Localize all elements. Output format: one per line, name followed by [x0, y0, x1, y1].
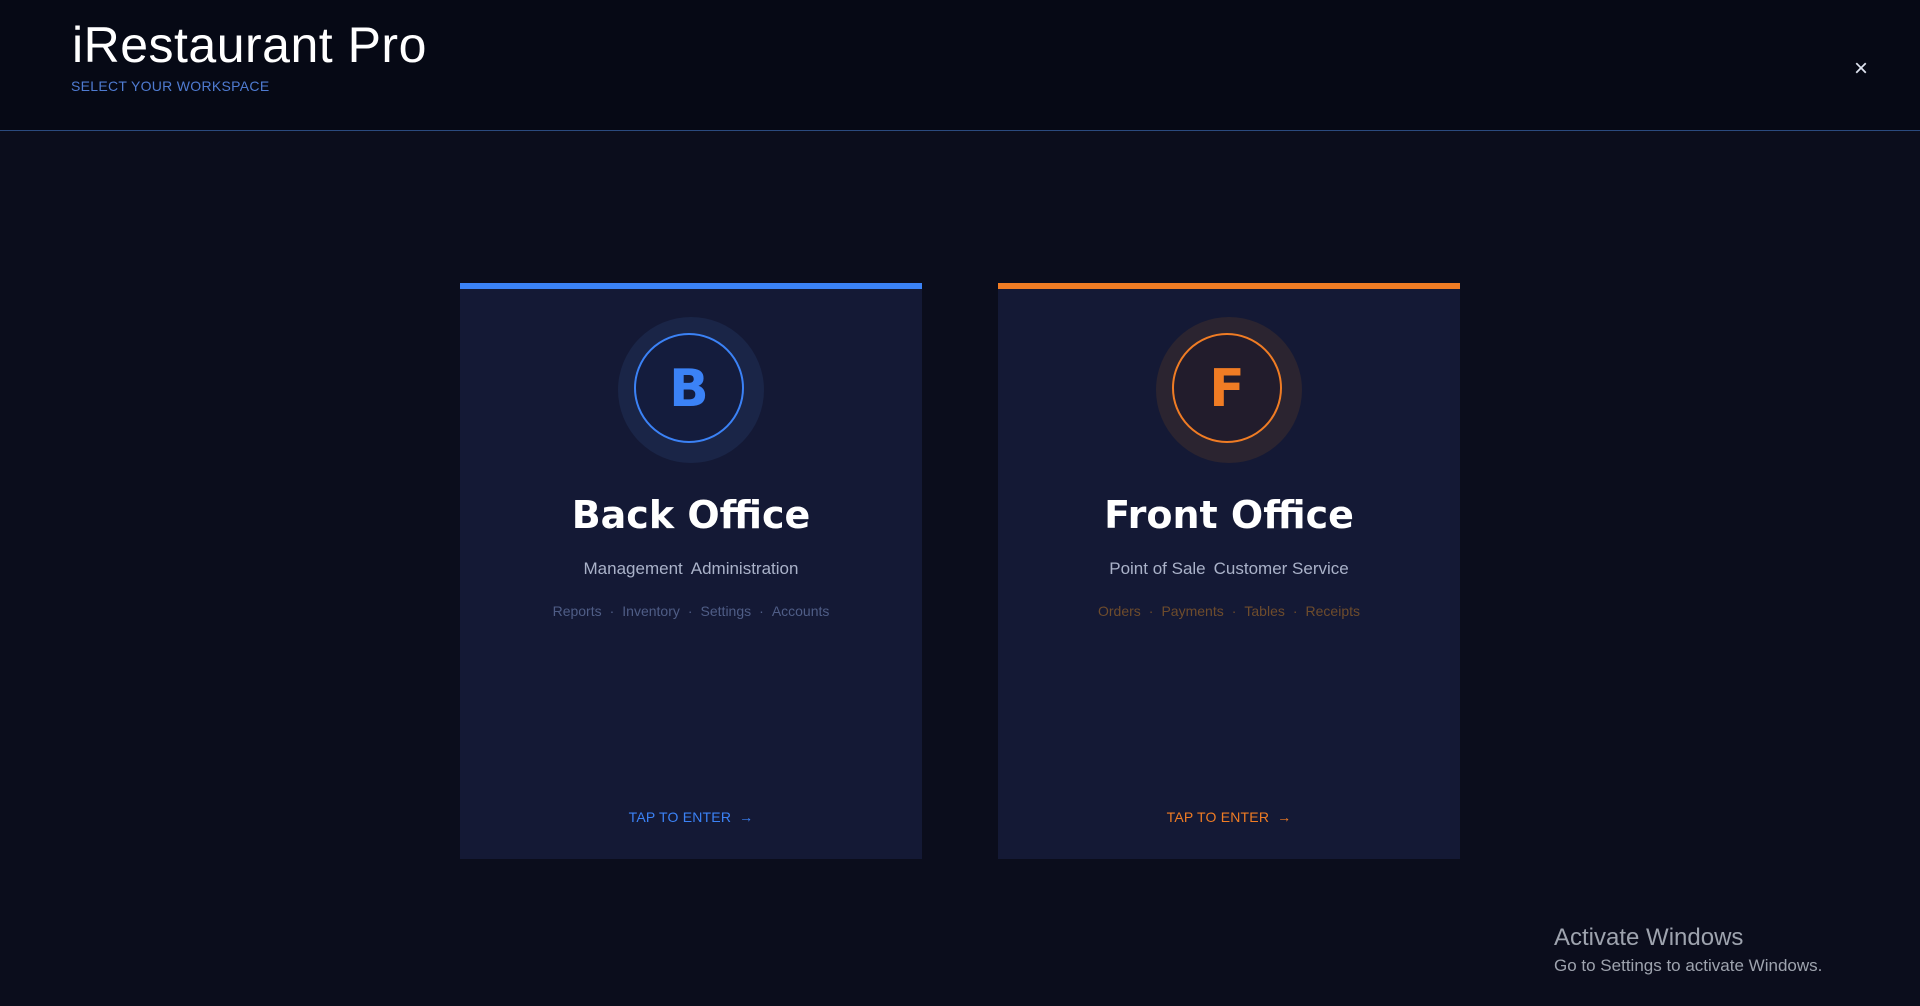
back-office-features: Reports · Inventory · Settings · Accounts	[460, 603, 922, 619]
feature-item: Tables	[1244, 603, 1285, 619]
back-office-logo: B	[618, 317, 764, 463]
enter-label: TAP TO ENTER	[1166, 809, 1270, 825]
app-title: iRestaurant Pro	[72, 17, 427, 73]
enter-label: TAP TO ENTER	[628, 809, 732, 825]
close-icon: ×	[1853, 55, 1868, 82]
feature-item: Accounts	[771, 603, 830, 619]
back-office-card[interactable]: B Back Office Management Administration R…	[460, 283, 922, 859]
app-header: iRestaurant Pro SELECT YOUR WORKSPACE ×	[0, 0, 1920, 131]
feature-item: Receipts	[1305, 603, 1360, 619]
front-office-card[interactable]: F Front Office Point of Sale Customer Ser…	[998, 283, 1460, 859]
front-office-enter-link[interactable]: TAP TO ENTER →	[998, 809, 1460, 825]
front-office-title: Front Office	[1104, 493, 1354, 537]
arrow-right-icon: →	[739, 809, 754, 825]
back-office-letter-icon: B	[634, 333, 744, 443]
feature-item: Payments	[1161, 603, 1224, 619]
feature-separator: ·	[687, 603, 693, 619]
front-office-features: Orders · Payments · Tables · Receipts	[998, 603, 1460, 619]
feature-item: Orders	[1098, 603, 1141, 619]
close-button[interactable]: ×	[1846, 54, 1876, 84]
subtitle-part: Administration	[690, 559, 799, 578]
front-office-subtitle: Point of Sale Customer Service	[998, 559, 1460, 579]
feature-separator: ·	[1148, 603, 1154, 619]
back-office-enter-link[interactable]: TAP TO ENTER →	[460, 809, 922, 825]
feature-item: Reports	[552, 603, 602, 619]
feature-separator: ·	[759, 603, 764, 619]
subtitle-part: Management	[583, 559, 683, 578]
front-office-logo: F	[1156, 317, 1302, 463]
watermark-title: Activate Windows	[1554, 924, 1744, 951]
watermark-body: Go to Settings to activate Windows.	[1554, 956, 1823, 975]
arrow-right-icon: →	[1277, 809, 1292, 825]
app-subtitle: SELECT YOUR WORKSPACE	[71, 78, 270, 94]
front-office-letter-icon: F	[1172, 333, 1282, 443]
back-office-title: Back Office	[571, 493, 811, 537]
feature-item: Inventory	[622, 603, 680, 619]
subtitle-part: Customer Service	[1213, 559, 1349, 578]
workspace-cards: B Back Office Management Administration R…	[0, 283, 1920, 859]
subtitle-part: Point of Sale	[1109, 559, 1206, 578]
feature-separator: ·	[609, 603, 615, 619]
activate-windows-watermark: Activate Windows Go to Settings to activ…	[1554, 924, 1822, 976]
back-office-subtitle: Management Administration	[460, 559, 922, 579]
feature-separator: ·	[1292, 603, 1298, 619]
feature-item: Settings	[700, 603, 752, 619]
feature-separator: ·	[1231, 603, 1237, 619]
